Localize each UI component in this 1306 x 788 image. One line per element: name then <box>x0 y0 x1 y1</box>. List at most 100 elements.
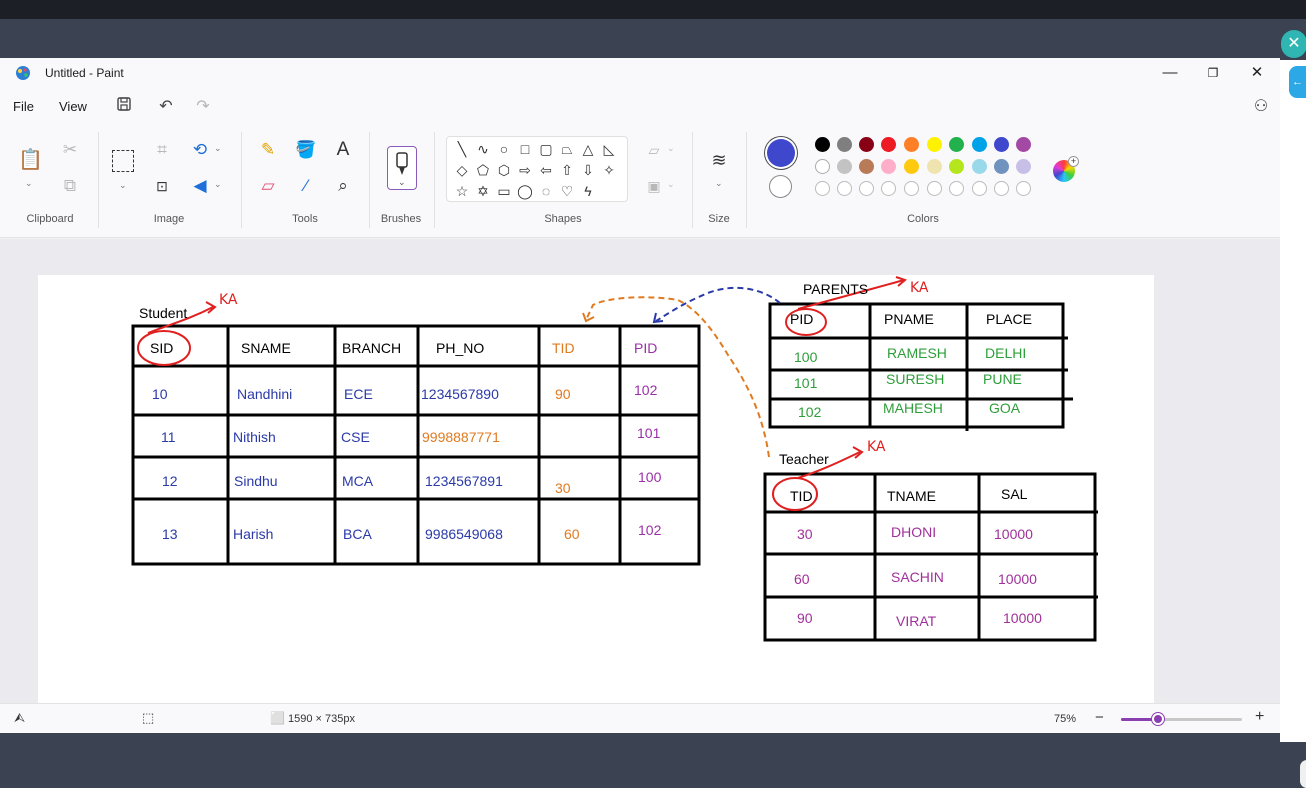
crop-icon[interactable]: ⌗ <box>150 138 174 162</box>
drawing-canvas[interactable]: KA KA KA Student SID SNAME BRANCH PH_NO TID PID 1… <box>38 275 1154 703</box>
fill-dropdown-chevron-icon[interactable]: ⌄ <box>667 179 675 190</box>
add-color-icon[interactable]: + <box>1068 156 1079 167</box>
parents-cell: SURESH <box>886 371 944 387</box>
color-swatch[interactable] <box>994 159 1009 174</box>
size-icon[interactable]: ≋ <box>707 148 731 172</box>
zoom-out-button[interactable]: − <box>1095 709 1104 726</box>
up-arrow-shape-icon[interactable]: ⇧ <box>558 161 576 179</box>
flip-icon[interactable]: ◀ <box>188 174 212 198</box>
color-swatch[interactable] <box>904 137 919 152</box>
color-swatch[interactable] <box>949 137 964 152</box>
zoom-slider[interactable] <box>1121 718 1242 721</box>
paste-icon[interactable]: 📋 <box>18 148 43 172</box>
color-swatch[interactable] <box>1016 137 1031 152</box>
color-swatch[interactable] <box>881 159 896 174</box>
color-swatch[interactable] <box>927 159 942 174</box>
color-swatch[interactable] <box>881 137 896 152</box>
rect-callout-shape-icon[interactable]: ▭ <box>495 182 513 200</box>
oval-shape-icon[interactable]: ○ <box>495 140 513 158</box>
outline-dropdown-chevron-icon[interactable]: ⌄ <box>667 143 675 154</box>
diamond-shape-icon[interactable]: ◇ <box>453 161 471 179</box>
custom-color-slot[interactable] <box>972 181 987 196</box>
side-arrow-icon[interactable]: ← <box>1289 66 1306 98</box>
right-arrow-shape-icon[interactable]: ⇨ <box>516 161 534 179</box>
color-swatch[interactable] <box>815 137 830 152</box>
close-window-button[interactable]: ✕ <box>1237 62 1277 84</box>
student-cell: MCA <box>342 473 374 489</box>
color-swatch[interactable] <box>927 137 942 152</box>
four-point-star-shape-icon[interactable]: ✧ <box>600 161 618 179</box>
heart-shape-icon[interactable]: ♡ <box>558 182 576 200</box>
lightning-shape-icon[interactable]: ϟ <box>579 182 597 200</box>
cut-icon[interactable]: ✂ <box>58 138 82 162</box>
zoom-slider-thumb[interactable] <box>1152 713 1164 725</box>
account-icon[interactable]: ⚇ <box>1250 96 1272 118</box>
pentagon-shape-icon[interactable]: ⬠ <box>474 161 492 179</box>
select-dropdown-chevron-icon[interactable]: ⌄ <box>119 180 127 191</box>
cloud-callout-shape-icon[interactable]: ◌ <box>537 182 555 200</box>
copy-icon[interactable]: ⧉ <box>58 174 82 198</box>
color-swatch[interactable] <box>837 159 852 174</box>
color-swatch[interactable] <box>859 159 874 174</box>
custom-color-slot[interactable] <box>904 181 919 196</box>
select-icon[interactable] <box>112 150 134 172</box>
text-icon[interactable]: A <box>331 138 355 162</box>
color-swatch[interactable] <box>1016 159 1031 174</box>
save-icon[interactable] <box>113 96 135 118</box>
hexagon-shape-icon[interactable]: ⬡ <box>495 161 513 179</box>
line-shape-icon[interactable]: ╲ <box>453 140 471 158</box>
minimize-button[interactable]: — <box>1150 62 1190 84</box>
pencil-icon[interactable]: ✎ <box>256 138 280 162</box>
color-swatch[interactable] <box>815 159 830 174</box>
color-swatch[interactable] <box>949 159 964 174</box>
color-swatch[interactable] <box>972 137 987 152</box>
close-icon[interactable]: ✕ <box>1281 30 1306 58</box>
color-swatch[interactable] <box>972 159 987 174</box>
five-point-star-shape-icon[interactable]: ☆ <box>453 182 471 200</box>
menu-view[interactable]: View <box>59 99 87 114</box>
resize-icon[interactable]: ⊡ <box>150 174 174 198</box>
undo-icon[interactable]: ↶ <box>155 96 177 118</box>
brushes-button[interactable]: ⌄ <box>387 146 417 190</box>
custom-color-slot[interactable] <box>815 181 830 196</box>
paste-dropdown-chevron-icon[interactable]: ⌄ <box>25 178 33 189</box>
maximize-button[interactable]: ❐ <box>1193 62 1233 84</box>
color-swatch[interactable] <box>904 159 919 174</box>
custom-color-slot[interactable] <box>881 181 896 196</box>
color-swatch[interactable] <box>994 137 1009 152</box>
color-picker-icon[interactable]: ⁄ <box>294 174 318 198</box>
six-point-star-shape-icon[interactable]: ✡ <box>474 182 492 200</box>
side-scroll-handle[interactable] <box>1300 760 1306 788</box>
size-dropdown-chevron-icon[interactable]: ⌄ <box>715 178 723 189</box>
down-arrow-shape-icon[interactable]: ⇩ <box>579 161 597 179</box>
magnifier-icon[interactable]: ⌕ <box>331 174 355 198</box>
rotate-dropdown-chevron-icon[interactable]: ⌄ <box>214 143 222 154</box>
outline-icon[interactable]: ▱ <box>642 138 666 162</box>
color-swatch[interactable] <box>859 137 874 152</box>
flip-dropdown-chevron-icon[interactable]: ⌄ <box>214 179 222 190</box>
redo-icon[interactable]: ↷ <box>192 96 214 118</box>
custom-color-slot[interactable] <box>994 181 1009 196</box>
custom-color-slot[interactable] <box>1016 181 1031 196</box>
secondary-color-swatch[interactable] <box>769 175 792 198</box>
primary-color-swatch[interactable] <box>767 139 795 167</box>
custom-color-slot[interactable] <box>949 181 964 196</box>
zoom-in-button[interactable]: + <box>1255 708 1264 726</box>
eraser-icon[interactable]: ▱ <box>256 174 280 198</box>
rotate-icon[interactable]: ⟲ <box>188 138 212 162</box>
rounded-rectangle-shape-icon[interactable]: ▢ <box>537 140 555 158</box>
custom-color-slot[interactable] <box>927 181 942 196</box>
fill-style-icon[interactable]: ▣ <box>642 174 666 198</box>
triangle-shape-icon[interactable]: △ <box>579 140 597 158</box>
color-swatch[interactable] <box>837 137 852 152</box>
oval-callout-shape-icon[interactable]: ◯ <box>516 182 534 200</box>
left-arrow-shape-icon[interactable]: ⇦ <box>537 161 555 179</box>
right-triangle-shape-icon[interactable]: ◺ <box>600 140 618 158</box>
custom-color-slot[interactable] <box>837 181 852 196</box>
custom-color-slot[interactable] <box>859 181 874 196</box>
rectangle-shape-icon[interactable]: □ <box>516 140 534 158</box>
polygon-shape-icon[interactable]: ⏢ <box>558 140 576 158</box>
fill-icon[interactable]: 🪣 <box>294 138 318 162</box>
curve-shape-icon[interactable]: ∿ <box>474 140 492 158</box>
menu-file[interactable]: File <box>13 99 34 114</box>
